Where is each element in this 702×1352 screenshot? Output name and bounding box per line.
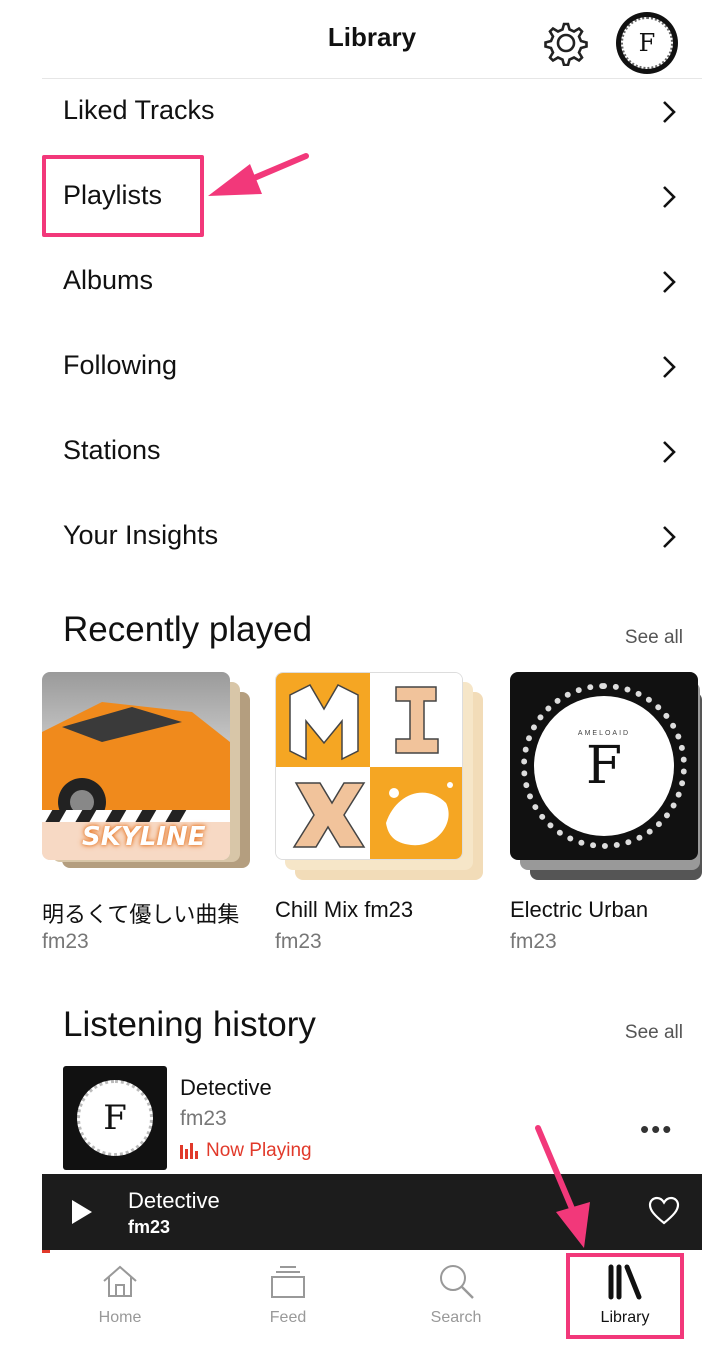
annotation-arrow-icon [535,1125,590,1248]
menu-item-your-insights[interactable]: Your Insights [0,494,702,579]
highlight-box-playlists [42,155,204,237]
album-art: AMELOAID F [510,672,698,860]
menu-item-following[interactable]: Following [0,324,702,409]
listening-history-title: Listening history [63,1005,316,1044]
heart-icon[interactable] [648,1196,680,1226]
album-art-disc: AMELOAID F [534,696,674,836]
search-icon [440,1265,474,1299]
listening-history-see-all-link[interactable]: See all [625,1022,683,1044]
tab-label: Search [430,1309,482,1326]
track-art-letter: F [77,1080,153,1156]
album-art-letter: F [585,736,623,796]
menu-item-albums[interactable]: Albums [0,239,702,324]
chevron-right-icon [663,186,676,208]
highlight-box-library-tab [566,1253,684,1339]
more-options-icon[interactable]: ••• [640,1114,673,1145]
card-subtitle: fm23 [510,930,557,953]
player-track-artist: fm23 [128,1217,171,1237]
card-subtitle: fm23 [275,930,322,953]
card-title: Chill Mix fm23 [275,897,414,922]
play-icon[interactable] [72,1200,92,1224]
equalizer-icon [180,1143,198,1159]
album-art: SKYLINE [42,672,230,860]
mix-collage-image [276,673,462,859]
page-title: Library [327,22,417,52]
menu-item-label: Your Insights [63,520,219,550]
menu-item-label: Stations [63,435,161,465]
tab-home[interactable]: Home [60,1253,180,1352]
album-art-text: SKYLINE [82,822,206,852]
track-art: F [63,1066,167,1170]
header: Library F [0,0,702,80]
chevron-right-icon [663,526,676,548]
annotation-arrow-icon [208,153,309,196]
avatar[interactable]: F [616,12,678,74]
menu-item-label: Following [63,350,178,380]
chevron-right-icon [663,101,676,123]
gear-icon[interactable] [542,20,590,66]
menu-item-label: Liked Tracks [63,95,215,125]
menu-item-label: Albums [63,265,154,295]
feed-icon [271,1266,305,1298]
tab-feed[interactable]: Feed [228,1253,348,1352]
tab-label: Home [98,1309,142,1326]
home-icon [103,1265,137,1297]
mini-player[interactable]: Detective fm23 [42,1174,702,1250]
recently-played-title: Recently played [63,610,313,649]
track-artist: fm23 [180,1107,227,1130]
menu-item-liked-tracks[interactable]: Liked Tracks [0,69,702,154]
chevron-right-icon [663,441,676,463]
avatar-letter: F [621,17,673,69]
album-art-ring: AMELOAID F [521,683,687,849]
chevron-right-icon [663,271,676,293]
now-playing-status: Now Playing [180,1140,312,1162]
player-track-title: Detective [128,1188,220,1213]
chevron-right-icon [663,356,676,378]
library-menu: Liked Tracks Playlists Albums Following … [0,69,702,579]
tab-label: Feed [269,1309,307,1326]
now-playing-label: Now Playing [206,1140,312,1161]
recently-played-see-all-link[interactable]: See all [625,627,683,649]
menu-item-stations[interactable]: Stations [0,409,702,494]
album-art-brand: AMELOAID [577,730,631,737]
card-title: 明るくて優しい曲集 [42,902,240,927]
album-art [275,672,463,860]
tab-search[interactable]: Search [396,1253,516,1352]
card-subtitle: fm23 [42,930,89,953]
track-title: Detective [180,1075,272,1100]
card-title: Electric Urban [510,897,649,922]
